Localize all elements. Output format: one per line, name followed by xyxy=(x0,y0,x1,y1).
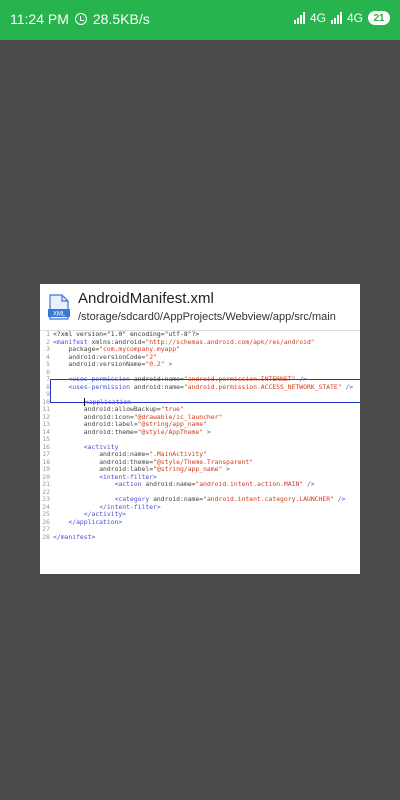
code-text: </manifest> xyxy=(53,532,96,542)
code-token: /> xyxy=(341,382,354,391)
code-token: "android.intent.action.MAIN" xyxy=(195,480,304,488)
clock: 11:24 PM xyxy=(10,11,69,27)
status-bar: 11:24 PM 28.5KB/s 4G 4G 21 xyxy=(0,0,400,40)
network-speed: 28.5KB/s xyxy=(92,11,150,27)
code-token: <uses-permission xyxy=(68,382,134,391)
battery-icon: 21 xyxy=(368,11,390,25)
code-token: "android.intent.category.LAUNCHER" xyxy=(203,495,334,503)
code-token: </application> xyxy=(68,517,123,526)
code-line: 8 <uses-permission android:name="android.… xyxy=(40,382,360,392)
alarm-icon xyxy=(74,13,87,25)
code-token: /> xyxy=(333,495,346,503)
file-header: XML AndroidManifest.xml /storage/sdcard0… xyxy=(40,284,360,331)
code-token: <action xyxy=(114,480,146,488)
network-type-2: 4G xyxy=(346,11,363,25)
code-text: android:versionName="0.2" > xyxy=(53,360,173,369)
code-text: <action android:name="android.intent.act… xyxy=(53,480,315,489)
line-number: 28 xyxy=(42,532,50,541)
svg-text:XML: XML xyxy=(53,312,66,318)
status-left: 11:24 PM 28.5KB/s xyxy=(10,11,150,27)
code-line: 14 android:theme="@style/AppTheme" > xyxy=(40,427,360,437)
file-path: /storage/sdcard0/AppProjects/Webview/app… xyxy=(78,311,336,323)
code-line: 23 <category android:name="android.intent… xyxy=(40,495,360,504)
code-token: android:name= xyxy=(145,480,196,488)
network-type-1: 4G xyxy=(309,11,326,25)
code-token: > xyxy=(203,427,211,436)
code-token: </manifest> xyxy=(53,532,96,541)
code-token: android:versionName= xyxy=(68,360,146,368)
file-title: AndroidManifest.xml xyxy=(78,290,214,307)
code-text: android:theme="@style/AppTheme" > xyxy=(53,427,211,437)
code-text: <uses-permission android:name="android.p… xyxy=(53,382,354,392)
code-line: 28 </manifest> xyxy=(40,532,360,542)
status-right: 4G 4G 21 xyxy=(293,11,390,25)
code-token: "android.permission.ACCESS_NETWORK_STATE… xyxy=(183,382,342,391)
code-token: "@string/app_name" xyxy=(153,465,223,473)
code-token: "@style/AppTheme" xyxy=(137,427,204,436)
code-token: android:theme= xyxy=(83,427,138,436)
code-token: "0.2" xyxy=(145,360,165,368)
code-token: > xyxy=(222,465,231,473)
code-text: <category android:name="android.intent.c… xyxy=(53,495,346,504)
code-token: android:name= xyxy=(133,382,184,391)
code-line: 26 </application> xyxy=(40,517,360,527)
code-text: </application> xyxy=(53,517,123,527)
code-viewer[interactable]: 1 <?xml version="1.0" encoding="utf-8"?> 2… xyxy=(40,331,360,574)
file-preview-card: XML AndroidManifest.xml /storage/sdcard0… xyxy=(40,284,360,574)
code-line: 19 android:label="@string/app_name" > xyxy=(40,465,360,474)
code-line: 5 android:versionName="0.2" > xyxy=(40,360,360,369)
code-token: /> xyxy=(303,480,315,488)
code-line: 21 <action android:name="android.intent.a… xyxy=(40,480,360,489)
signal-icon xyxy=(330,12,342,24)
signal-icon xyxy=(293,12,305,24)
code-token: > xyxy=(164,360,173,368)
xml-file-icon: XML xyxy=(48,294,70,320)
